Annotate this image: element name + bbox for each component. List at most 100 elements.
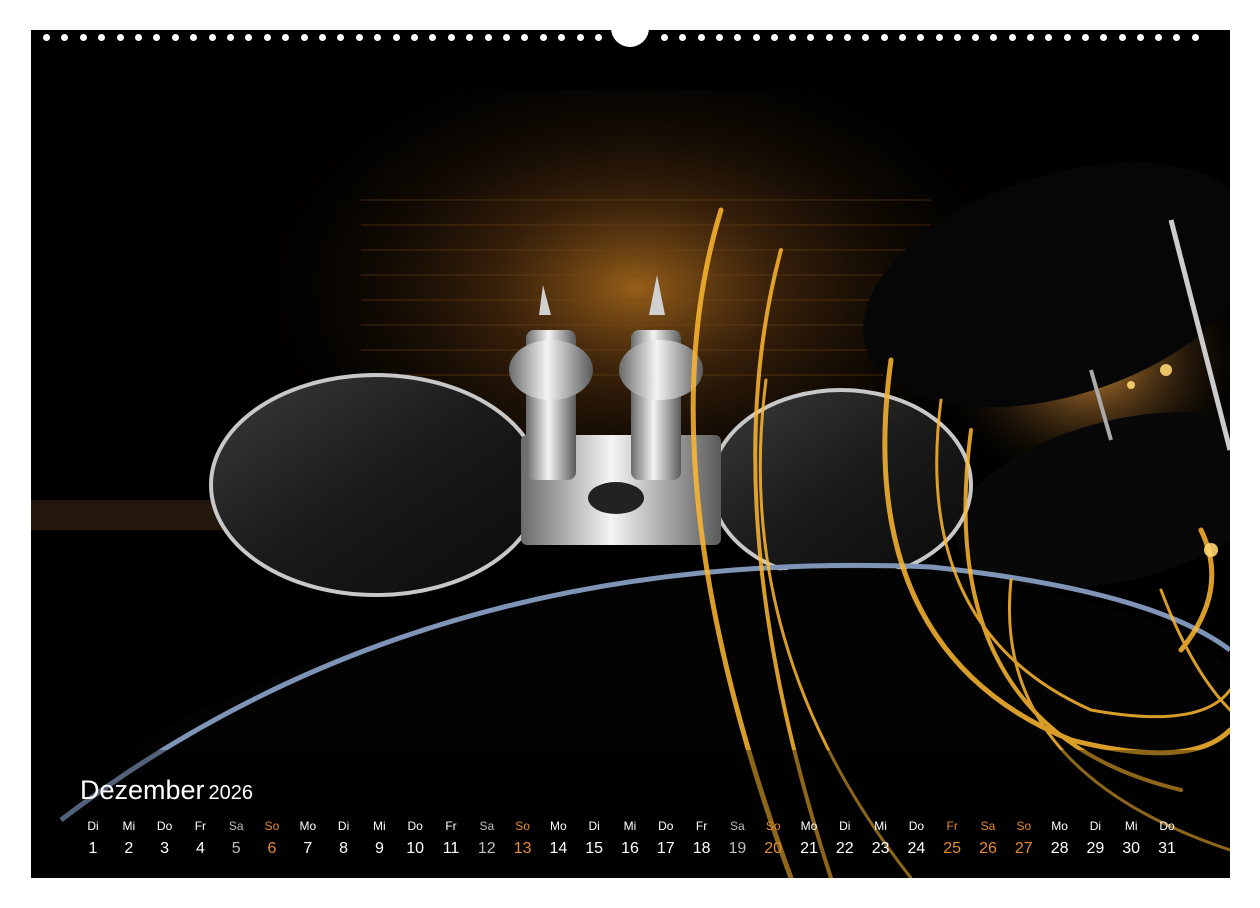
binding-hole — [392, 34, 400, 41]
day-number: 28 — [1050, 840, 1069, 857]
day-number: 29 — [1086, 840, 1105, 857]
binding-hole — [770, 34, 778, 41]
day-number: 8 — [339, 840, 349, 857]
binding-hole — [953, 34, 961, 41]
day-number: 20 — [764, 840, 783, 857]
binding-hole — [1081, 34, 1089, 41]
weekday-label: Di — [588, 819, 600, 833]
weekday-label: Mo — [299, 819, 317, 833]
binding-hole — [116, 34, 124, 41]
weekday-label: So — [264, 819, 280, 833]
binding-hole — [1136, 34, 1144, 41]
calendar-strip — [31, 750, 1230, 878]
weekday-label: Fr — [194, 819, 207, 833]
weekday-label: Fr — [445, 819, 457, 833]
binding-hole — [300, 34, 308, 41]
weekday-label: Mi — [373, 819, 386, 833]
weekday-label: So — [765, 819, 781, 833]
binding-hole — [503, 34, 510, 41]
weekday-label: So — [1016, 819, 1032, 833]
binding-hole — [208, 34, 216, 41]
weekday-label: Mo — [550, 819, 567, 833]
weekday-label: Di — [87, 819, 99, 833]
binding-hole — [355, 34, 363, 41]
day-number: 11 — [442, 840, 460, 857]
binding-hole — [935, 34, 943, 41]
binding-hole — [1118, 34, 1126, 41]
day-number: 19 — [728, 840, 747, 857]
binding-hole — [715, 34, 723, 41]
day-number: 7 — [303, 840, 313, 857]
weekday-label: Sa — [730, 819, 745, 833]
weekday-label: Mi — [874, 819, 887, 833]
day-number: 24 — [907, 840, 926, 857]
weekday-label: Do — [658, 819, 674, 833]
binding-hole — [79, 34, 87, 41]
day-number: 26 — [979, 840, 997, 857]
weekday-label: Do — [1159, 819, 1175, 833]
year: 2026 — [208, 782, 254, 804]
weekday-label: Sa — [980, 819, 996, 833]
binding-hole — [484, 34, 492, 41]
weekday-label: Mo — [1051, 819, 1068, 833]
day-number: 12 — [477, 840, 496, 857]
weekday-label: Di — [839, 819, 851, 833]
binding-hole — [880, 34, 888, 41]
binding-hole — [1008, 34, 1016, 41]
binding-hole — [539, 34, 547, 41]
weekday-label: So — [515, 819, 530, 833]
day-number: 4 — [195, 840, 205, 857]
binding-hole — [752, 34, 760, 41]
day-number: 27 — [1014, 840, 1033, 857]
weekday-label: Fr — [946, 819, 958, 833]
binding-hole — [1063, 34, 1071, 41]
month-title: Dezember 2026 — [80, 775, 253, 806]
binding-hole — [171, 34, 179, 41]
day-number: 13 — [513, 840, 532, 857]
weekday-label: Mi — [1124, 819, 1138, 833]
weekday-label: Di — [1089, 819, 1102, 833]
day-number: 3 — [160, 840, 170, 857]
weekday-label: Sa — [479, 819, 495, 833]
day-number: 30 — [1122, 840, 1141, 857]
binding-hole — [447, 34, 455, 41]
binding-hole — [898, 34, 906, 41]
weekday-label: Sa — [228, 819, 244, 833]
day-number: 14 — [549, 840, 568, 857]
day-number: 16 — [621, 840, 639, 857]
day-number: 21 — [800, 840, 818, 857]
weekday-label: Do — [908, 819, 925, 833]
day-number: 25 — [943, 840, 962, 857]
day-number: 15 — [585, 840, 604, 857]
binding-hole — [576, 34, 584, 41]
day-number: 31 — [1158, 840, 1176, 857]
weekday-label: Di — [337, 819, 350, 833]
binding-hole — [411, 34, 418, 41]
binding-hole — [135, 34, 142, 41]
binding-hole — [43, 34, 50, 41]
day-number: 22 — [835, 840, 854, 857]
day-number: 9 — [374, 840, 384, 857]
day-number: 23 — [871, 840, 890, 857]
weekday-label: Mi — [122, 819, 136, 833]
day-number: 1 — [88, 840, 98, 857]
day-number: 10 — [406, 840, 425, 857]
binding-hole — [1027, 34, 1034, 41]
weekday-label: Do — [407, 819, 423, 833]
binding-hole — [661, 34, 668, 41]
binding-hole — [1191, 34, 1199, 41]
weekday-label: Mo — [800, 819, 818, 833]
weekday-label: Do — [156, 819, 173, 833]
binding-hole — [227, 34, 234, 41]
binding-hole — [595, 34, 602, 41]
day-number: 6 — [267, 840, 277, 857]
binding-hole — [825, 34, 833, 41]
month-name: Dezember — [80, 775, 205, 805]
day-number: 5 — [231, 840, 241, 857]
binding-hole — [844, 34, 851, 41]
binding-hole — [319, 34, 326, 41]
weekday-label: Mi — [623, 819, 637, 833]
day-number: 18 — [692, 840, 711, 857]
binding-hole — [263, 34, 271, 41]
day-number: 17 — [656, 840, 675, 857]
